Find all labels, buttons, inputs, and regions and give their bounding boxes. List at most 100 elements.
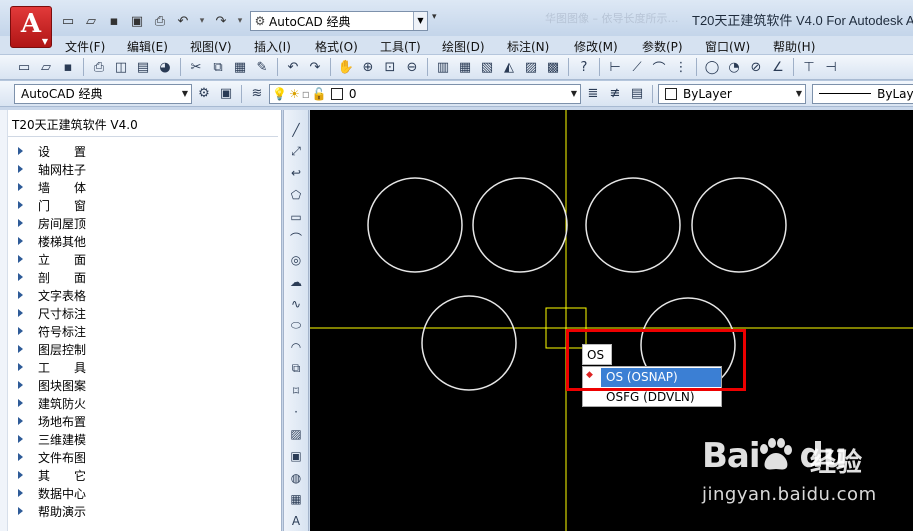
copy-icon[interactable]: ⧉ <box>208 57 228 77</box>
new-icon[interactable]: ▭ <box>14 57 34 77</box>
workspace-settings-icon[interactable]: ⚙ <box>194 84 214 104</box>
table-icon[interactable]: ▦ <box>286 489 306 509</box>
panel-item-section[interactable]: 剖 面 <box>18 268 86 286</box>
aligned-dimension-icon[interactable]: ⟋ <box>627 57 647 77</box>
redo-dropdown-icon[interactable]: ▾ <box>234 11 246 31</box>
angular-icon[interactable]: ∠ <box>768 57 788 77</box>
region-icon[interactable]: ◍ <box>286 468 306 488</box>
properties-icon[interactable]: ▥ <box>433 57 453 77</box>
workspace-select[interactable]: AutoCAD 经典 ▼ <box>14 83 192 104</box>
drawn-circle[interactable] <box>472 177 568 273</box>
menu-parametric[interactable]: 参数(P) <box>642 38 683 55</box>
ellipse-icon[interactable]: ⬭ <box>286 316 306 336</box>
menu-edit[interactable]: 编辑(E) <box>127 38 168 55</box>
panel-item-wall[interactable]: 墙 体 <box>18 178 86 196</box>
panel-item-text-table[interactable]: 文字表格 <box>18 286 86 304</box>
panel-item-3d-modeling[interactable]: 三维建模 <box>18 430 86 448</box>
spline-icon[interactable]: ∿ <box>286 294 306 314</box>
arc-length-icon[interactable]: ⌒ <box>649 57 669 77</box>
panel-item-axis-column[interactable]: 轴网柱子 <box>18 160 86 178</box>
point-icon[interactable]: · <box>286 403 306 423</box>
hatch-icon[interactable]: ▨ <box>286 424 306 444</box>
undo-icon[interactable]: ↶ <box>283 57 303 77</box>
zoom-previous-icon[interactable]: ⊖ <box>402 57 422 77</box>
match-properties-icon[interactable]: ✎ <box>252 57 272 77</box>
print-icon[interactable]: ⎙ <box>150 11 170 31</box>
zoom-realtime-icon[interactable]: ⊕ <box>358 57 378 77</box>
autocomplete-item-osnap[interactable]: OS (OSNAP) <box>601 368 721 387</box>
quick-dimension-icon[interactable]: ⊤ <box>799 57 819 77</box>
circle-icon[interactable]: ◎ <box>286 250 306 270</box>
menu-dimension[interactable]: 标注(N) <box>507 38 549 55</box>
make-block-icon[interactable]: ⌑ <box>286 381 306 401</box>
calculator-icon[interactable]: ▩ <box>543 57 563 77</box>
panel-item-block-pattern[interactable]: 图块图案 <box>18 376 86 394</box>
menu-draw[interactable]: 绘图(D) <box>442 38 485 55</box>
menu-file[interactable]: 文件(F) <box>65 38 105 55</box>
multiline-text-icon[interactable]: A <box>286 511 306 531</box>
pan-icon[interactable]: ✋ <box>336 57 356 77</box>
workspace-combo[interactable]: ⚙ AutoCAD 经典 ▼ <box>250 11 428 31</box>
redo-icon[interactable]: ↷ <box>211 11 231 31</box>
panel-item-site-layout[interactable]: 场地布置 <box>18 412 86 430</box>
menu-view[interactable]: 视图(V) <box>190 38 232 55</box>
menu-format[interactable]: 格式(O) <box>315 38 358 55</box>
panel-item-data-center[interactable]: 数据中心 <box>18 484 86 502</box>
menu-help[interactable]: 帮助(H) <box>773 38 815 55</box>
panel-item-tools[interactable]: 工 具 <box>18 358 86 376</box>
gradient-icon[interactable]: ▣ <box>286 446 306 466</box>
panel-item-settings[interactable]: 设 置 <box>18 142 86 160</box>
layer-manager-icon[interactable]: ≋ <box>247 84 267 104</box>
drawn-circle[interactable] <box>691 177 787 273</box>
undo-icon[interactable]: ↶ <box>173 11 193 31</box>
help-icon[interactable]: ? <box>574 57 594 77</box>
panel-item-fire-protection[interactable]: 建筑防火 <box>18 394 86 412</box>
redo-icon[interactable]: ↷ <box>305 57 325 77</box>
line-icon[interactable]: ╱ <box>286 120 306 140</box>
sheet-set-icon[interactable]: ◭ <box>499 57 519 77</box>
polygon-icon[interactable]: ⬠ <box>286 185 306 205</box>
construction-line-icon[interactable]: ⤢ <box>286 142 306 162</box>
insert-block-icon[interactable]: ⧉ <box>286 359 306 379</box>
menu-window[interactable]: 窗口(W) <box>705 38 750 55</box>
3d-dwf-icon[interactable]: ◕ <box>155 57 175 77</box>
jogged-icon[interactable]: ◔ <box>724 57 744 77</box>
drawn-circle[interactable] <box>367 177 463 273</box>
panel-item-door-window[interactable]: 门 窗 <box>18 196 86 214</box>
ordinate-icon[interactable]: ⋮ <box>671 57 691 77</box>
new-file-icon[interactable]: ▭ <box>58 11 78 31</box>
make-layer-current-icon[interactable]: ≣ <box>583 84 603 104</box>
plot-preview-icon[interactable]: ◫ <box>111 57 131 77</box>
command-input-tooltip[interactable]: OS <box>582 344 612 365</box>
zoom-window-icon[interactable]: ⊡ <box>380 57 400 77</box>
panel-item-stairs[interactable]: 楼梯其他 <box>18 232 86 250</box>
panel-item-other[interactable]: 其 它 <box>18 466 86 484</box>
panel-item-file-layout[interactable]: 文件布图 <box>18 448 86 466</box>
panel-grip-strip[interactable] <box>0 110 8 531</box>
panel-item-dimension[interactable]: 尺寸标注 <box>18 304 86 322</box>
open-folder-icon[interactable]: ▱ <box>81 11 101 31</box>
ellipse-arc-icon[interactable]: ◠ <box>286 337 306 357</box>
panel-item-symbol[interactable]: 符号标注 <box>18 322 86 340</box>
markup-icon[interactable]: ▨ <box>521 57 541 77</box>
paste-icon[interactable]: ▦ <box>230 57 250 77</box>
revision-cloud-icon[interactable]: ☁ <box>286 272 306 292</box>
polyline-icon[interactable]: ↩ <box>286 163 306 183</box>
design-center-icon[interactable]: ▦ <box>455 57 475 77</box>
application-menu-button[interactable]: A ▼ <box>10 6 52 48</box>
baseline-icon[interactable]: ⊣ <box>821 57 841 77</box>
panel-item-layer-control[interactable]: 图层控制 <box>18 340 86 358</box>
panel-item-room-roof[interactable]: 房间屋顶 <box>18 214 86 232</box>
rectangle-icon[interactable]: ▭ <box>286 207 306 227</box>
undo-dropdown-icon[interactable]: ▾ <box>196 11 208 31</box>
linear-dimension-icon[interactable]: ⊢ <box>605 57 625 77</box>
autocomplete-item-osfg[interactable]: OSFG (DDVLN) <box>601 388 721 407</box>
linetype-select[interactable]: ByLaye <box>812 83 913 104</box>
plot-icon[interactable]: ⎙ <box>89 57 109 77</box>
save-icon[interactable]: ▪ <box>104 11 124 31</box>
tool-palettes-icon[interactable]: ▧ <box>477 57 497 77</box>
menu-insert[interactable]: 插入(I) <box>254 38 291 55</box>
open-icon[interactable]: ▱ <box>36 57 56 77</box>
arc-icon[interactable]: ⌒ <box>286 229 306 249</box>
save-as-icon[interactable]: ▣ <box>127 11 147 31</box>
